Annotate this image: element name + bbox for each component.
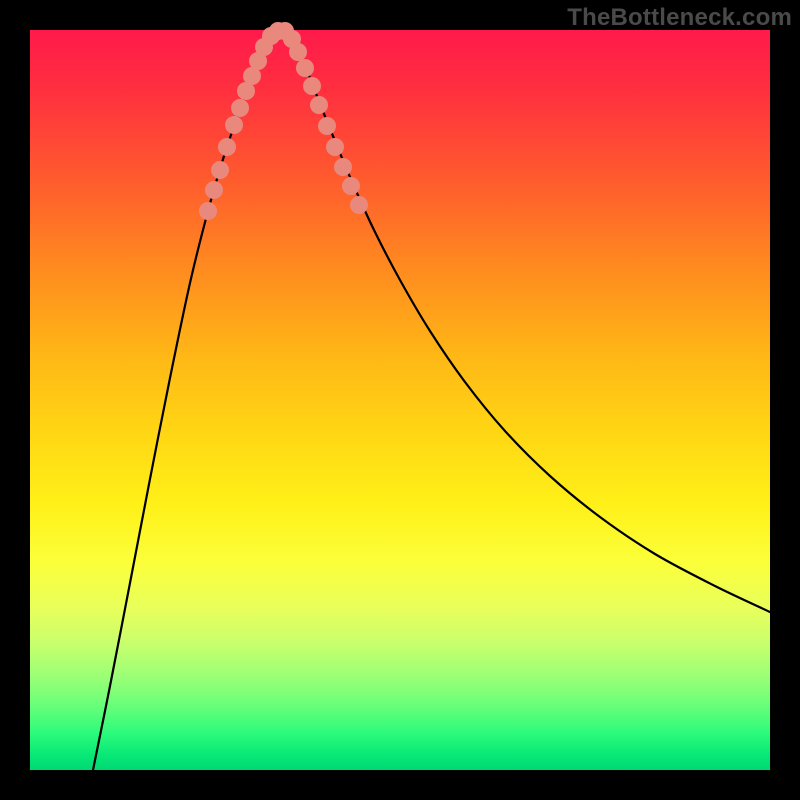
curve-left-branch	[93, 34, 270, 770]
data-marker	[211, 161, 229, 179]
curve-right-branch	[290, 34, 770, 612]
data-marker	[303, 77, 321, 95]
data-marker	[350, 196, 368, 214]
data-marker	[231, 99, 249, 117]
data-marker	[310, 96, 328, 114]
data-marker	[205, 181, 223, 199]
data-marker	[225, 116, 243, 134]
data-marker	[334, 158, 352, 176]
data-marker	[199, 202, 217, 220]
data-marker	[218, 138, 236, 156]
data-marker	[296, 59, 314, 77]
curve-svg	[30, 30, 770, 770]
plot-area	[30, 30, 770, 770]
watermark-text: TheBottleneck.com	[567, 4, 792, 32]
data-marker	[342, 177, 360, 195]
data-marker	[318, 117, 336, 135]
chart-frame: TheBottleneck.com	[0, 0, 800, 800]
data-marker	[326, 138, 344, 156]
